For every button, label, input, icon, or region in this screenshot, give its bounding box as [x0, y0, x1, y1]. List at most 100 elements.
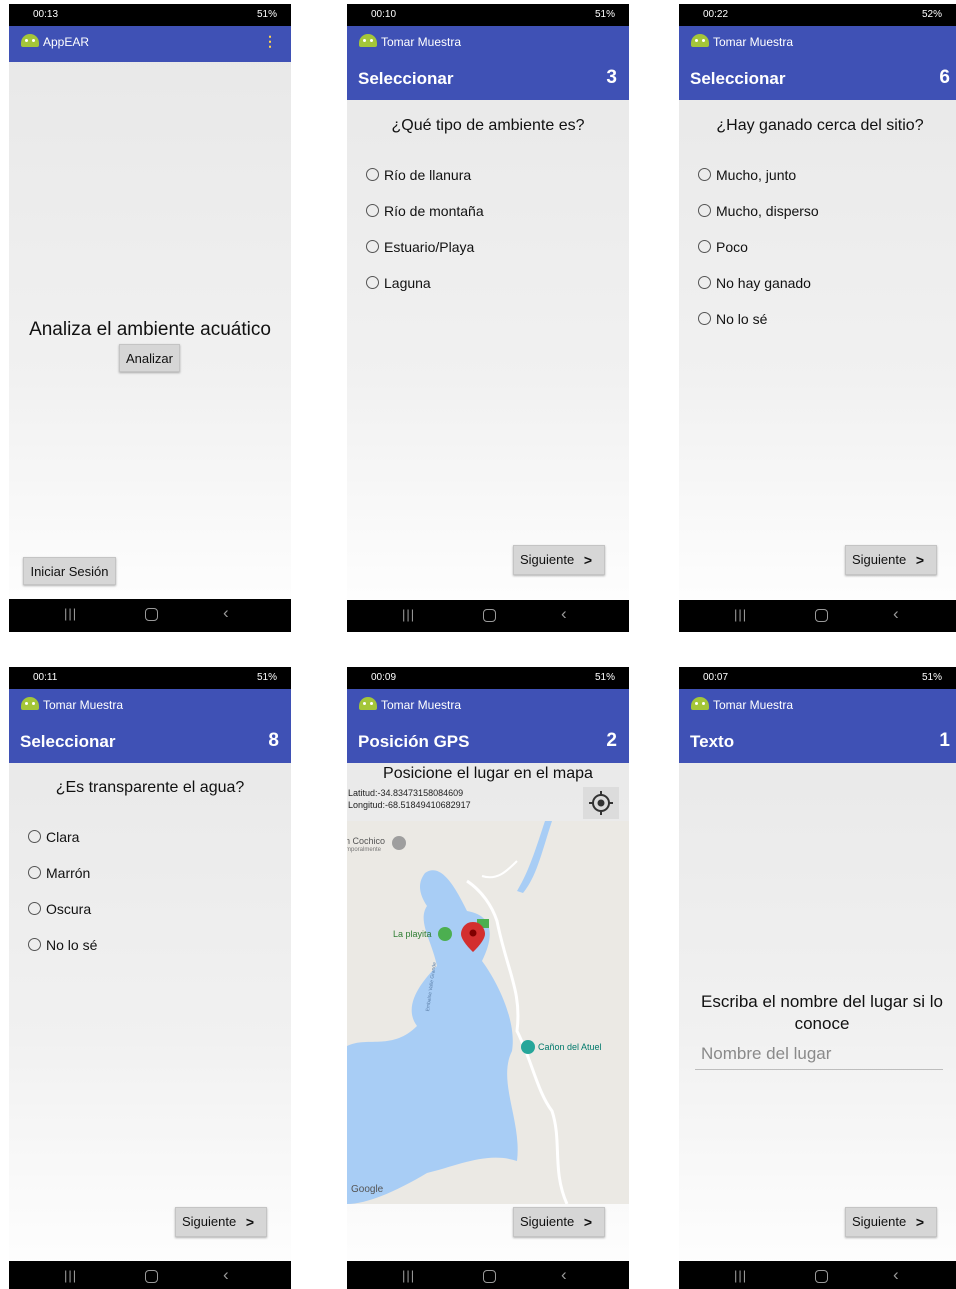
- map-view[interactable]: n Cochico mporalmente La playita Cañon d…: [347, 821, 629, 1204]
- option-radio[interactable]: Estuario/Playa: [366, 239, 474, 255]
- step-number: 6: [939, 67, 950, 88]
- my-location-button[interactable]: [583, 787, 619, 819]
- nav-bar: ||| ‹: [9, 1261, 291, 1289]
- next-button[interactable]: Siguiente >: [175, 1207, 267, 1237]
- section-title: Texto: [690, 732, 735, 751]
- recent-apps-icon[interactable]: |||: [402, 607, 415, 622]
- option-radio[interactable]: No hay ganado: [698, 275, 811, 291]
- option-radio[interactable]: Laguna: [366, 275, 431, 291]
- option-label: Marrón: [46, 865, 91, 881]
- back-icon[interactable]: ‹: [893, 604, 899, 624]
- step-number: 3: [606, 67, 617, 88]
- screen-texto: 00:07 51% Tomar Muestra Texto 1 Escriba el…: [679, 667, 956, 1289]
- app-title: Tomar Muestra: [713, 698, 794, 712]
- option-label: Mucho, junto: [716, 167, 797, 183]
- back-icon[interactable]: ‹: [561, 604, 567, 624]
- overflow-menu-icon[interactable]: ⋮: [263, 33, 277, 50]
- longitude-readout: Longitud:-68.51849410682917: [348, 800, 471, 810]
- app-bar: Tomar Muestra: [679, 689, 956, 721]
- option-label: Río de llanura: [384, 167, 472, 183]
- next-button[interactable]: Siguiente >: [513, 1207, 605, 1237]
- nav-bar: ||| ‹: [679, 1261, 956, 1289]
- chevron-right-icon: >: [915, 552, 924, 568]
- recent-apps-icon[interactable]: |||: [402, 1268, 415, 1283]
- chevron-right-icon: >: [245, 1214, 254, 1230]
- recent-apps-icon[interactable]: |||: [734, 607, 747, 622]
- home-icon[interactable]: [145, 1270, 158, 1283]
- radio-button[interactable]: [698, 276, 711, 289]
- app-title: Tomar Muestra: [381, 35, 462, 49]
- radio-button[interactable]: [28, 938, 41, 951]
- nav-bar: ||| ‹: [347, 600, 629, 632]
- back-icon[interactable]: ‹: [223, 603, 229, 623]
- nav-bar: ||| ‹: [679, 600, 956, 632]
- recent-apps-icon[interactable]: |||: [64, 606, 77, 621]
- option-radio[interactable]: No lo sé: [698, 311, 767, 327]
- latitude-readout: Latitud:-34.83473158084609: [348, 788, 464, 798]
- home-icon[interactable]: [483, 1270, 496, 1283]
- back-icon[interactable]: ‹: [561, 1265, 567, 1285]
- app-title: Tomar Muestra: [381, 698, 462, 712]
- radio-button[interactable]: [28, 866, 41, 879]
- next-label: Siguiente: [182, 1214, 237, 1229]
- radio-button[interactable]: [366, 240, 379, 253]
- option-label: Clara: [46, 829, 80, 845]
- radio-button[interactable]: [366, 276, 379, 289]
- status-time: 00:11: [33, 672, 58, 683]
- option-radio[interactable]: No lo sé: [28, 937, 97, 953]
- login-button[interactable]: Iniciar Sesión: [23, 557, 116, 585]
- back-icon[interactable]: ‹: [893, 1265, 899, 1285]
- option-radio[interactable]: Marrón: [28, 865, 90, 881]
- radio-button[interactable]: [28, 902, 41, 915]
- option-radio[interactable]: Río de llanura: [366, 167, 471, 183]
- option-label: Oscura: [46, 901, 92, 917]
- app-bar: Tomar Muestra: [347, 26, 629, 58]
- place-name-input[interactable]: Nombre del lugar: [695, 1043, 943, 1070]
- option-radio[interactable]: Oscura: [28, 901, 91, 917]
- next-button[interactable]: Siguiente >: [845, 1207, 937, 1237]
- map-place-label: La playita: [393, 929, 432, 939]
- next-label: Siguiente: [520, 1214, 575, 1229]
- radio-button[interactable]: [698, 312, 711, 325]
- home-icon[interactable]: [815, 609, 828, 622]
- next-label: Siguiente: [520, 552, 575, 567]
- home-icon[interactable]: [815, 1270, 828, 1283]
- radio-button[interactable]: [28, 830, 41, 843]
- back-icon[interactable]: ‹: [223, 1265, 229, 1285]
- option-radio[interactable]: Río de montaña: [366, 203, 484, 219]
- radio-button[interactable]: [366, 168, 379, 181]
- android-icon: [359, 34, 377, 47]
- step-number: 2: [606, 730, 617, 751]
- section-header: Seleccionar 6: [679, 58, 956, 100]
- battery-signal: 51%: [256, 9, 277, 20]
- option-radio[interactable]: Mucho, junto: [698, 167, 796, 183]
- option-label: Laguna: [384, 275, 431, 291]
- option-radio[interactable]: Clara: [28, 829, 79, 845]
- recent-apps-icon[interactable]: |||: [734, 1268, 747, 1283]
- chevron-right-icon: >: [915, 1214, 924, 1230]
- radio-button[interactable]: [698, 240, 711, 253]
- radio-button[interactable]: [366, 204, 379, 217]
- option-radio[interactable]: Poco: [698, 239, 748, 255]
- status-bar: 00:07 51%: [679, 667, 956, 689]
- status-bar: 00:22 52%: [679, 4, 956, 26]
- option-label: No hay ganado: [716, 275, 811, 291]
- screen-gps: 00:09 51% Tomar Muestra Posición GPS 2 Pos…: [347, 667, 629, 1289]
- radio-button[interactable]: [698, 168, 711, 181]
- option-label: No lo sé: [46, 937, 98, 953]
- screen-transparencia: 00:11 51% Tomar Muestra Seleccionar 8 ¿Es …: [9, 667, 291, 1289]
- next-label: Siguiente: [852, 552, 907, 567]
- next-button[interactable]: Siguiente >: [845, 545, 937, 575]
- option-label: Poco: [716, 239, 748, 255]
- app-bar: Tomar Muestra: [679, 26, 956, 58]
- android-icon: [359, 697, 377, 710]
- option-radio[interactable]: Mucho, disperso: [698, 203, 819, 219]
- home-icon[interactable]: [145, 608, 158, 621]
- recent-apps-icon[interactable]: |||: [64, 1268, 77, 1283]
- chevron-right-icon: >: [583, 1214, 592, 1230]
- analyze-button[interactable]: Analizar: [119, 344, 180, 372]
- status-bar: 00:11 51%: [9, 667, 291, 689]
- radio-button[interactable]: [698, 204, 711, 217]
- next-button[interactable]: Siguiente >: [513, 545, 605, 575]
- home-icon[interactable]: [483, 609, 496, 622]
